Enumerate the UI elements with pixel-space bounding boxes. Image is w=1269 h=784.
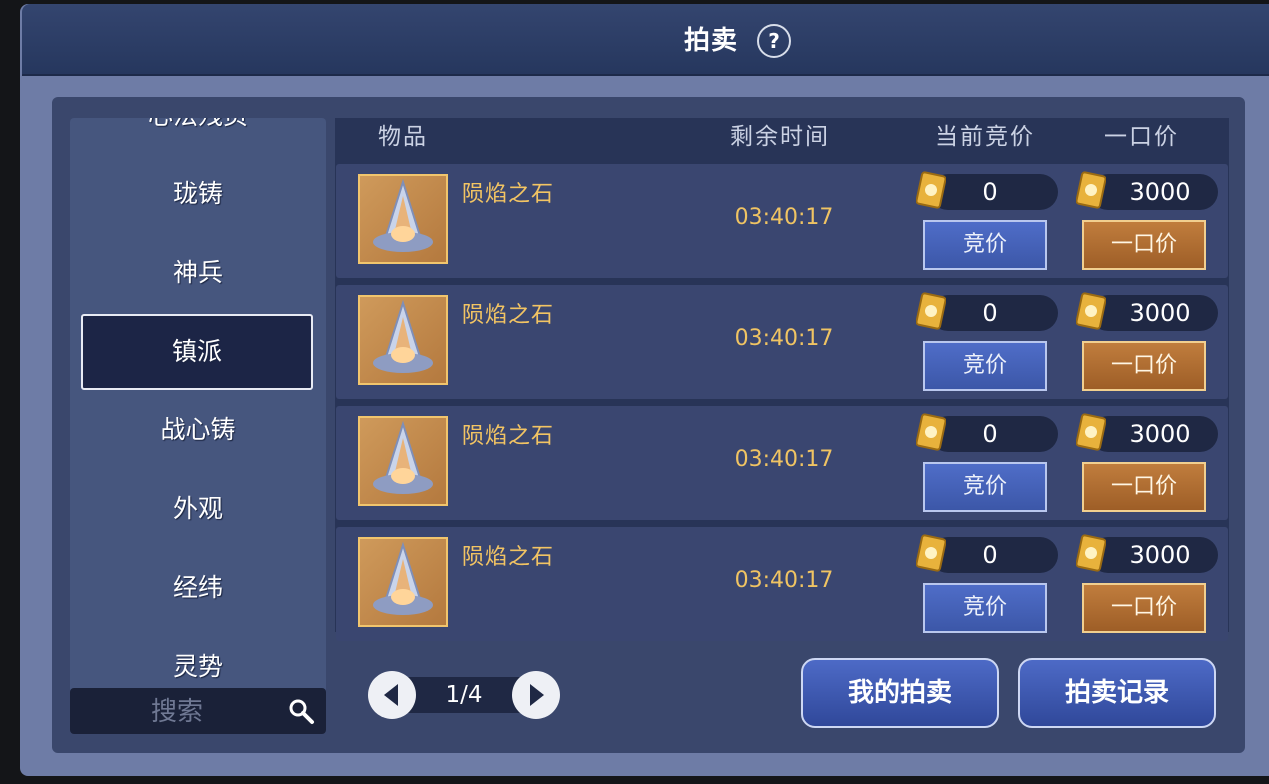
buyout-pill: 3000	[1090, 174, 1218, 210]
buyout-value: 3000	[1129, 541, 1191, 569]
buyout-button[interactable]: 一口价	[1082, 583, 1206, 633]
column-header-current-bid: 当前竞价	[935, 124, 1035, 150]
current-bid-value: 0	[982, 299, 998, 327]
arrow-left-icon	[384, 684, 398, 706]
gold-ticket-icon	[1076, 171, 1106, 209]
current-bid-pill: 0	[930, 416, 1058, 452]
buyout-value: 3000	[1129, 178, 1191, 206]
current-bid-value: 0	[982, 178, 998, 206]
current-bid-pill: 0	[930, 295, 1058, 331]
search-icon[interactable]	[286, 696, 316, 726]
item-name: 陨焰之石	[462, 545, 555, 570]
time-left: 03:40:17	[734, 447, 834, 472]
time-left: 03:40:17	[734, 568, 834, 593]
buyout-pill: 3000	[1090, 416, 1218, 452]
page-indicator: 1/4	[445, 682, 483, 708]
current-bid-value: 0	[982, 541, 998, 569]
bid-button[interactable]: 竞价	[923, 341, 1047, 391]
page-title: 拍卖	[684, 26, 739, 56]
next-page-button[interactable]	[512, 671, 560, 719]
current-bid-value: 0	[982, 420, 998, 448]
question-icon: ?	[768, 29, 780, 53]
title-bar	[22, 4, 1269, 76]
table-row[interactable]: 陨焰之石 03:40:17 0 3000 竞价 一口价	[336, 527, 1228, 641]
gold-ticket-icon	[1076, 292, 1106, 330]
item-thumbnail[interactable]	[358, 416, 448, 506]
time-left: 03:40:17	[734, 205, 834, 230]
buyout-value: 3000	[1129, 420, 1191, 448]
gold-ticket-icon	[916, 171, 946, 209]
buyout-button[interactable]: 一口价	[1082, 341, 1206, 391]
sidebar-item-waiguan[interactable]: 外观	[70, 489, 326, 529]
sidebar-item-lingshi[interactable]: 灵势	[70, 647, 326, 687]
column-header-buyout: 一口价	[1104, 124, 1179, 150]
sidebar-item-zhenpai[interactable]: 镇派	[81, 314, 313, 390]
table-row[interactable]: 陨焰之石 03:40:17 0 3000 竞价 一口价	[336, 406, 1228, 520]
sidebar-item-zhanxinzhu[interactable]: 战心铸	[70, 410, 326, 450]
buyout-button[interactable]: 一口价	[1082, 462, 1206, 512]
search-input[interactable]	[70, 688, 284, 736]
sidebar-item-jingwei[interactable]: 经纬	[70, 568, 326, 608]
meteor-flame-stone-icon	[373, 420, 433, 494]
prev-page-button[interactable]	[368, 671, 416, 719]
arrow-right-icon	[530, 684, 544, 706]
my-auction-button[interactable]: 我的拍卖	[801, 658, 999, 728]
buyout-button[interactable]: 一口价	[1082, 220, 1206, 270]
pagination: 1/4	[368, 671, 560, 719]
item-thumbnail[interactable]	[358, 295, 448, 385]
help-button[interactable]: ?	[757, 24, 791, 58]
item-name: 陨焰之石	[462, 303, 555, 328]
auction-record-button[interactable]: 拍卖记录	[1018, 658, 1216, 728]
current-bid-pill: 0	[930, 174, 1058, 210]
bid-button[interactable]: 竞价	[923, 220, 1047, 270]
item-thumbnail[interactable]	[358, 174, 448, 264]
time-left: 03:40:17	[734, 326, 834, 351]
bid-button[interactable]: 竞价	[923, 462, 1047, 512]
buyout-value: 3000	[1129, 299, 1191, 327]
gold-ticket-icon	[916, 413, 946, 451]
meteor-flame-stone-icon	[373, 299, 433, 373]
gold-ticket-icon	[1076, 534, 1106, 572]
buyout-pill: 3000	[1090, 537, 1218, 573]
gold-ticket-icon	[916, 292, 946, 330]
category-sidebar[interactable]: 心法残页 珑铸 神兵 镇派 战心铸 外观 经纬 灵势	[70, 118, 326, 734]
table-row[interactable]: 陨焰之石 03:40:17 0 3000 竞价 一口价	[336, 285, 1228, 399]
column-header-time-left: 剩余时间	[730, 124, 830, 150]
sidebar-item-shenbing[interactable]: 神兵	[70, 253, 326, 293]
item-thumbnail[interactable]	[358, 537, 448, 627]
meteor-flame-stone-icon	[373, 541, 433, 615]
bid-button[interactable]: 竞价	[923, 583, 1047, 633]
gold-ticket-icon	[1076, 413, 1106, 451]
column-header-item: 物品	[378, 124, 428, 150]
meteor-flame-stone-icon	[373, 178, 433, 252]
table-row[interactable]: 陨焰之石 03:40:17 0 3000 竞价 一口价	[336, 164, 1228, 278]
search-box	[70, 688, 326, 736]
buyout-pill: 3000	[1090, 295, 1218, 331]
current-bid-pill: 0	[930, 537, 1058, 573]
item-name: 陨焰之石	[462, 424, 555, 449]
sidebar-item-longzhu[interactable]: 珑铸	[70, 174, 326, 214]
sidebar-item-xinfa[interactable]: 心法残页	[70, 118, 326, 136]
item-name: 陨焰之石	[462, 182, 555, 207]
gold-ticket-icon	[916, 534, 946, 572]
